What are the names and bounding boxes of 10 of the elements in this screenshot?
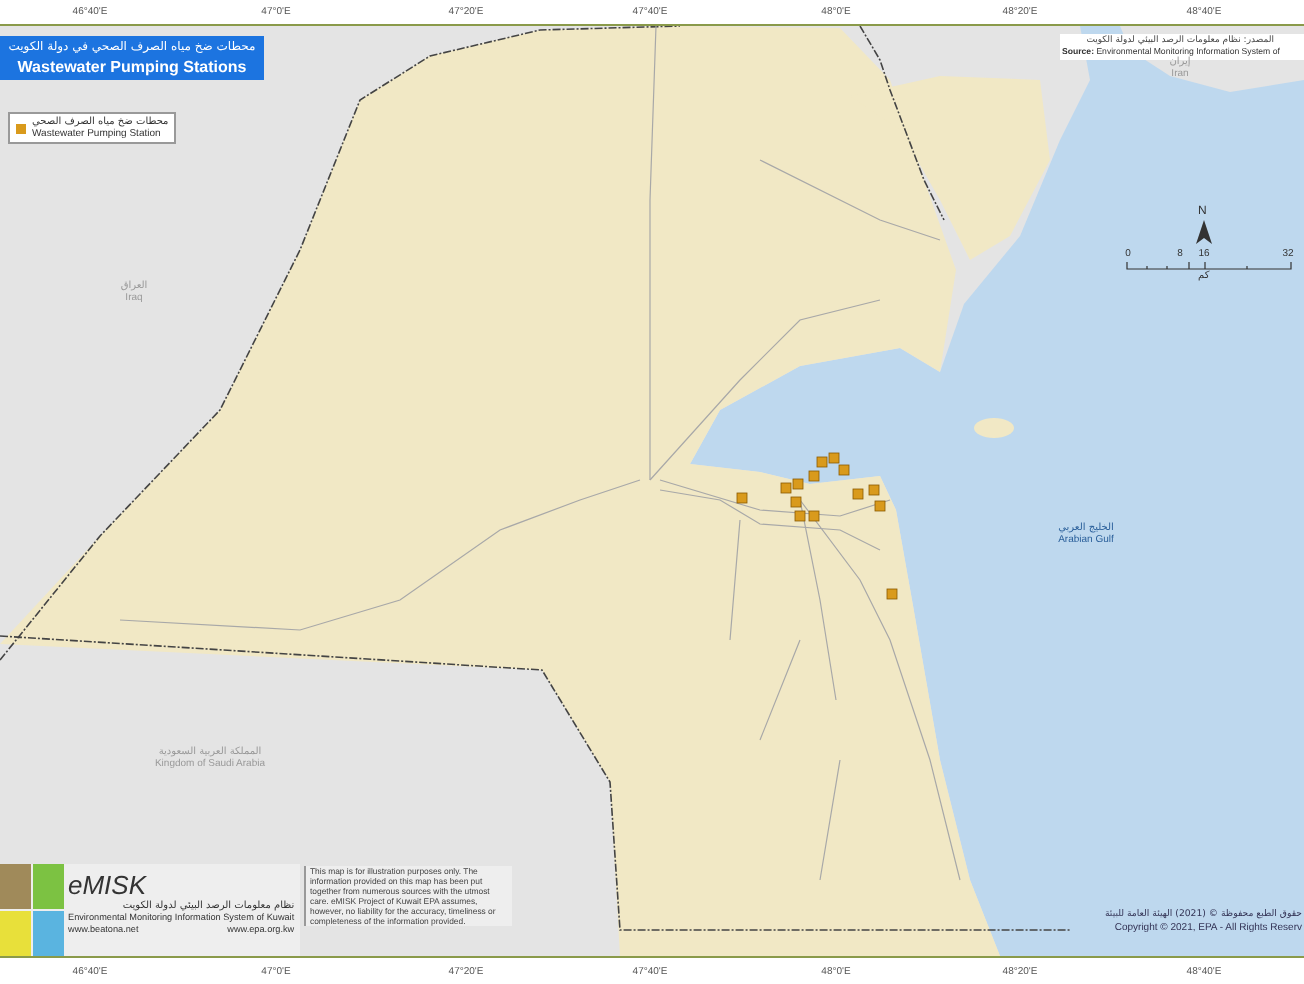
map-title: Wastewater Pumping Stations	[17, 58, 247, 78]
logo-tiles-icon	[0, 864, 64, 956]
north-arrow-icon	[1196, 220, 1212, 244]
station-marker	[868, 484, 880, 496]
station-marker	[874, 500, 886, 512]
station-marker	[736, 492, 748, 504]
station-marker	[886, 588, 898, 600]
station-marker	[852, 488, 864, 500]
logo-name: eMISK	[68, 872, 149, 900]
island	[974, 418, 1014, 438]
